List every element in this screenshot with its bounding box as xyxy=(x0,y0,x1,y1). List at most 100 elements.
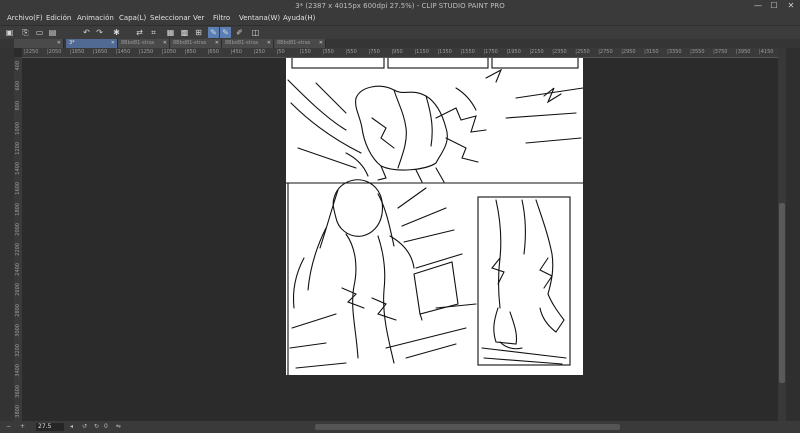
panel-inset-border xyxy=(477,196,571,366)
close-button[interactable]: ✕ xyxy=(783,0,799,12)
ruler-tick-label: |750 xyxy=(368,49,380,55)
vertical-scrollbar[interactable] xyxy=(778,48,786,421)
ruler-tick-label: 1200 xyxy=(15,141,21,155)
transform-icon[interactable]: ⇄ xyxy=(134,27,145,38)
brush-icon[interactable]: ✐ xyxy=(234,27,245,38)
menu-archivo[interactable]: Archivo(F) xyxy=(7,12,43,25)
ruler-tick-label: |1550 xyxy=(460,49,475,55)
ruler-tick-label: |1050 xyxy=(161,49,177,55)
ruler-tick-label: 800 xyxy=(15,101,21,111)
ruler-tick-label: 2400 xyxy=(15,263,21,276)
save-icon[interactable]: ▤ xyxy=(47,27,58,38)
pen-icon[interactable]: ✎ xyxy=(208,27,219,38)
tab-close-icon[interactable]: ✕ xyxy=(319,39,323,48)
redo-icon[interactable]: ↷ xyxy=(94,27,105,38)
left-panel-strip xyxy=(0,48,14,433)
ruler-tick-label: 2000 xyxy=(15,222,21,236)
ruler-tick-label: |1750 xyxy=(483,49,498,55)
maximize-button[interactable]: ☐ xyxy=(766,0,782,12)
plus-icon[interactable]: + xyxy=(20,421,25,433)
ruler-tick-label: 2600 xyxy=(15,283,21,297)
ruler-tick-label: |1850 xyxy=(69,49,85,55)
flip-icon[interactable]: ⇋ xyxy=(116,421,121,433)
ruler-tick-label: |3350 xyxy=(667,49,682,55)
tab-label: 8Bbd81-stras xyxy=(121,40,155,46)
menu-animacion[interactable]: Animación xyxy=(77,12,114,25)
tab-file-2[interactable]: 8Bbd81-stras ✕ xyxy=(170,39,222,48)
ruler-tick-label: |3750 xyxy=(713,49,728,55)
tab-label: 8Bbd81-stras xyxy=(277,40,311,46)
minus-icon[interactable]: − xyxy=(6,421,11,433)
snap-icon[interactable]: ⌗ xyxy=(148,27,159,38)
menu-edicion[interactable]: Edición xyxy=(46,12,71,25)
tab-label: 3* xyxy=(69,40,75,46)
tab-close-icon[interactable]: ✕ xyxy=(57,39,61,48)
tab-file-3[interactable]: 8Bbd81-stras ✕ xyxy=(222,39,274,48)
ruler-tick-label: |2750 xyxy=(598,49,613,55)
ruler-tick-label: 2200 xyxy=(15,243,21,256)
command-bar: ▣ ⎘ ▭ ▤ ↶ ↷ ✱ ⇄ ⌗ ▦ ▩ ⊞ ✎ ✎ ✐ ◫ xyxy=(0,25,800,39)
ruler-tick-label: |2950 xyxy=(621,49,636,55)
menu-capa[interactable]: Capa(L) xyxy=(119,12,146,25)
window-title: 3* (2387 x 4015px 600dpi 27.5%) - CLIP S… xyxy=(295,2,505,10)
ruler-tick-label: |1150 xyxy=(414,49,429,55)
open-icon[interactable]: ▭ xyxy=(34,27,45,38)
right-panel-strip xyxy=(786,48,800,421)
tab-3[interactable]: 3* ✕ xyxy=(66,39,118,48)
minimize-button[interactable]: — xyxy=(750,0,766,12)
manga-page[interactable] xyxy=(285,55,584,376)
ruler-tick-label: |850 xyxy=(184,49,197,55)
menu-seleccionar[interactable]: Seleccionar xyxy=(150,12,191,25)
tab-label: 8Bbd81-stras xyxy=(225,40,259,46)
ruler-tick-label: 1800 xyxy=(15,202,21,216)
horizontal-scroll-thumb[interactable] xyxy=(315,424,620,430)
ruler-tick-label: |2350 xyxy=(552,49,567,55)
rotate-left-icon[interactable]: ↺ xyxy=(82,421,87,433)
menu-ayuda[interactable]: Ayuda(H) xyxy=(283,12,315,25)
ruler-tick-label: |3950 xyxy=(736,49,751,55)
grid-icon[interactable]: ▩ xyxy=(179,27,190,38)
menu-ver[interactable]: Ver xyxy=(193,12,204,25)
ruler-tick-label: |1950 xyxy=(506,49,521,55)
tab-close-icon[interactable]: ✕ xyxy=(267,39,271,48)
tab-other-0[interactable]: ✕ xyxy=(14,39,64,48)
ruler-tick-label: 3800 xyxy=(15,404,21,418)
ruler-tick-label: |150 xyxy=(299,49,311,55)
menu-ventana[interactable]: Ventana(W) xyxy=(239,12,280,25)
vertical-scroll-thumb[interactable] xyxy=(779,203,785,383)
pen-alt-icon[interactable]: ✎ xyxy=(220,27,231,38)
tab-label: 8Bbd81-stras xyxy=(173,40,207,46)
loading-icon[interactable]: ✱ xyxy=(111,27,122,38)
rotate-right-icon[interactable]: ↻ xyxy=(94,421,99,433)
panel-top-mid-border xyxy=(387,55,489,69)
tab-close-icon[interactable]: ✕ xyxy=(215,39,219,48)
ruler-tick-label: |2050 xyxy=(46,49,62,55)
tab-file-1[interactable]: 8Bbd81-stras ✕ xyxy=(118,39,170,48)
ruler-tick-label: |2550 xyxy=(575,49,590,55)
fit-icon[interactable]: ◂ xyxy=(70,421,73,433)
fill-icon[interactable]: ▦ xyxy=(165,27,176,38)
layer-icon[interactable]: ◫ xyxy=(250,27,261,38)
menu-filtro[interactable]: Filtro xyxy=(213,12,230,25)
ruler-tick-label: 3600 xyxy=(15,384,21,398)
panel-top-left-border xyxy=(291,55,385,69)
new-file-icon[interactable]: ⎘ xyxy=(20,27,31,38)
ruler-tick-label: 3000 xyxy=(15,323,21,337)
tab-close-icon[interactable]: ✕ xyxy=(163,39,167,48)
canvas-tab-bar: ✕ 3* ✕ 8Bbd81-stras ✕ 8Bbd81-stras ✕ 8Bbd81… xyxy=(0,39,800,48)
ruler-tick-label: 1000 xyxy=(15,121,21,135)
new-icon[interactable]: ▣ xyxy=(4,27,15,38)
ruler-tick-label: 3200 xyxy=(15,344,21,357)
horizontal-ruler: |2250 |2050 |1850 |1650 |1450 |1250 |1050 |850 |… xyxy=(22,48,780,58)
ruler-tick-label: 2800 xyxy=(15,303,21,317)
tab-close-icon[interactable]: ✕ xyxy=(111,39,115,48)
zoom-field[interactable]: 27.5 xyxy=(36,423,64,431)
undo-icon[interactable]: ↶ xyxy=(81,27,92,38)
ruler-icon[interactable]: ⊞ xyxy=(193,27,204,38)
ruler-tick-label: |650 xyxy=(207,49,219,55)
ruler-tick-label: |2250 xyxy=(24,49,39,55)
ruler-tick-label: 1400 xyxy=(15,162,21,175)
tab-file-4[interactable]: 8Bbd81-stras ✕ xyxy=(274,39,326,48)
ruler-tick-label: |1650 xyxy=(92,49,108,55)
ruler-tick-label: |3550 xyxy=(690,49,705,55)
